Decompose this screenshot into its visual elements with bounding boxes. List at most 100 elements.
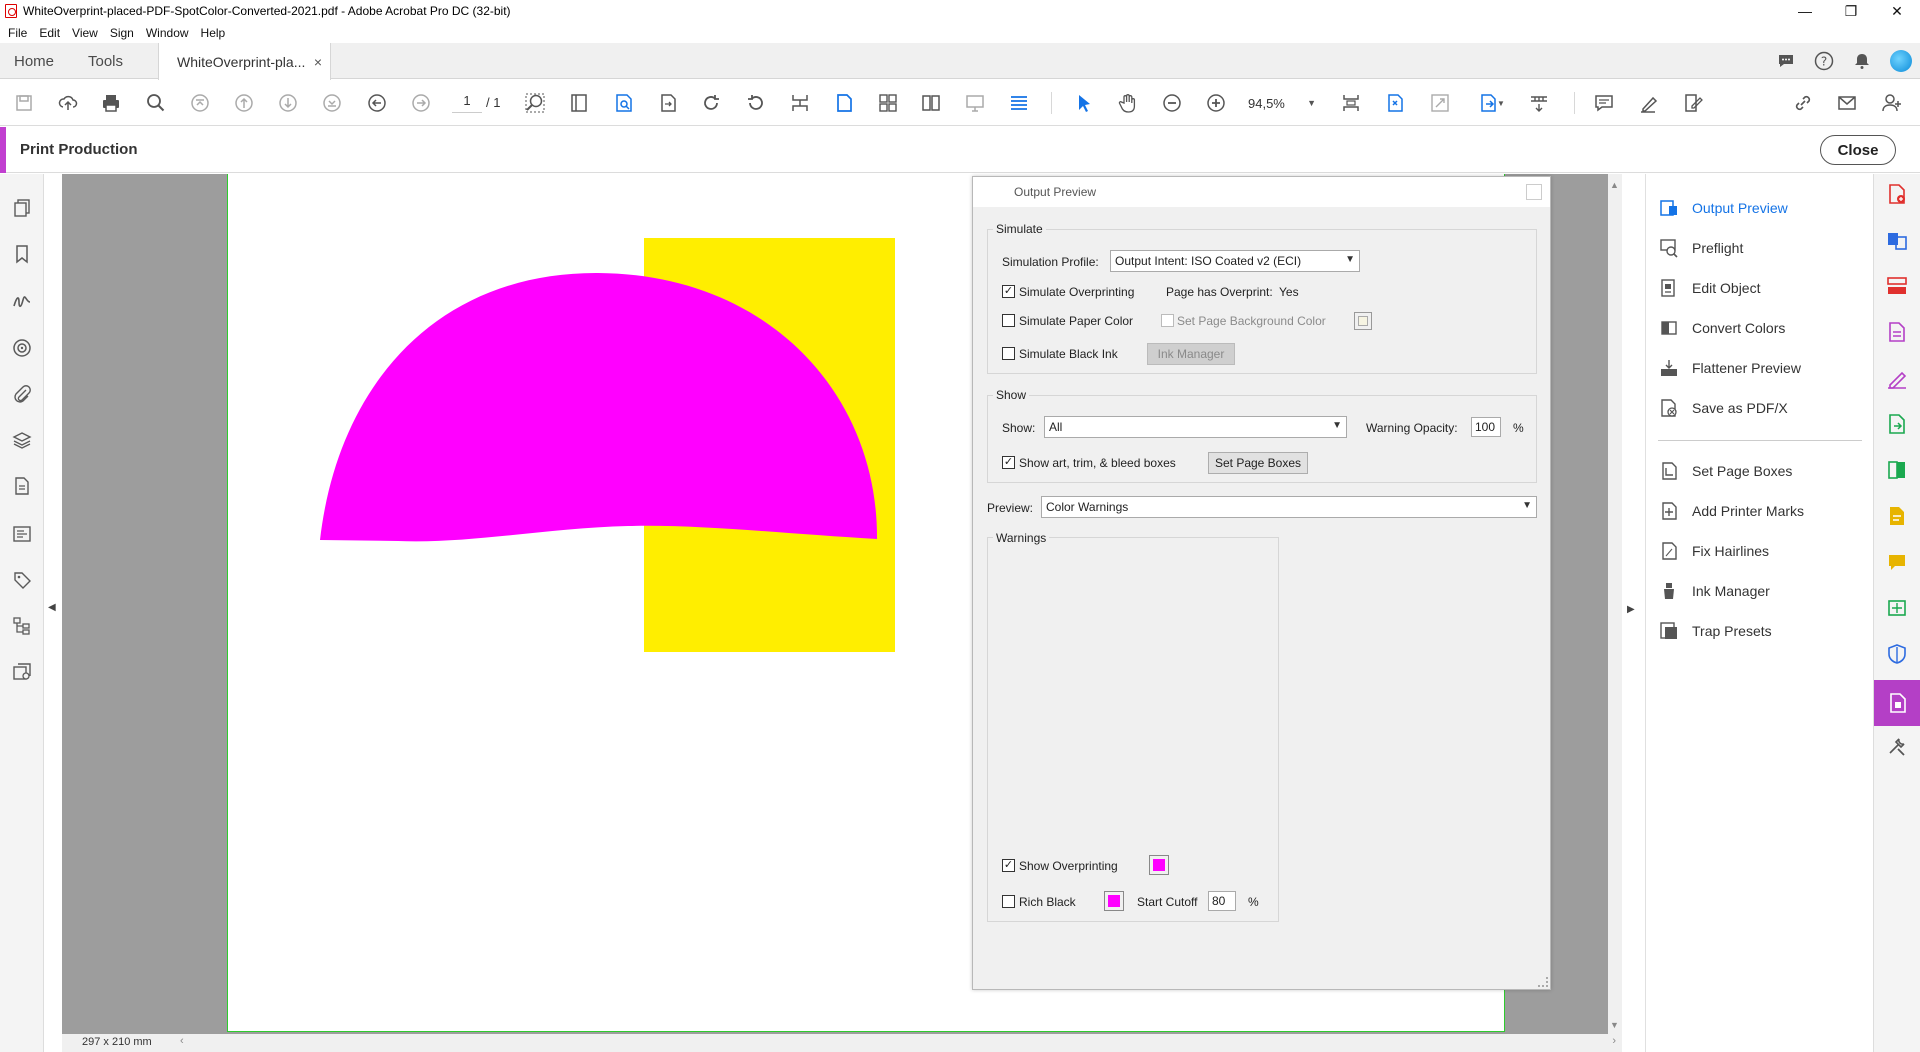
resize-grip[interactable] bbox=[1538, 977, 1548, 987]
last-page-icon[interactable] bbox=[319, 90, 345, 116]
zoom-level-select[interactable]: 94,5% ▼ bbox=[1248, 93, 1316, 113]
read-mode-icon[interactable] bbox=[1006, 90, 1032, 116]
vertical-scrollbar[interactable]: ▲ ▼ bbox=[1608, 174, 1622, 1034]
edit-pdf-icon[interactable] bbox=[1885, 320, 1909, 344]
first-page-icon[interactable] bbox=[187, 90, 213, 116]
rotate-clockwise-icon[interactable] bbox=[698, 90, 724, 116]
tab-document[interactable]: WhiteOverprint-pla... × bbox=[158, 43, 331, 80]
set-page-boxes-button[interactable]: Set Page Boxes bbox=[1208, 452, 1308, 474]
add-user-icon[interactable] bbox=[1879, 90, 1905, 116]
combine-files-icon[interactable] bbox=[1885, 228, 1909, 252]
previous-page-icon[interactable] bbox=[231, 90, 257, 116]
show-overprinting-checkbox[interactable]: ✓ bbox=[1002, 859, 1015, 872]
dialog-title-bar[interactable]: Output Preview bbox=[973, 177, 1550, 207]
search-document-icon[interactable] bbox=[611, 90, 637, 116]
next-page-icon[interactable] bbox=[275, 90, 301, 116]
hand-tool-icon[interactable] bbox=[1115, 90, 1141, 116]
ink-manager-button[interactable]: Ink Manager bbox=[1147, 343, 1235, 365]
start-cutoff-input[interactable]: 80 bbox=[1208, 891, 1236, 911]
scroll-down-icon[interactable]: ▼ bbox=[1610, 1020, 1619, 1030]
book-view-icon[interactable] bbox=[918, 90, 944, 116]
zoom-in-icon[interactable] bbox=[1203, 90, 1229, 116]
email-icon[interactable] bbox=[1834, 90, 1860, 116]
overprint-warning-color-swatch[interactable] bbox=[1149, 855, 1169, 875]
order-icon[interactable] bbox=[10, 522, 34, 546]
forward-icon[interactable] bbox=[408, 90, 434, 116]
panel-item-preflight[interactable]: Preflight bbox=[1658, 234, 1743, 262]
page-background-color-swatch[interactable] bbox=[1354, 312, 1372, 330]
panel-item-flattener-preview[interactable]: Flattener Preview bbox=[1658, 354, 1801, 382]
content-icon[interactable] bbox=[10, 474, 34, 498]
comments-icon[interactable] bbox=[1776, 51, 1796, 71]
export-pdf-icon[interactable] bbox=[1885, 412, 1909, 436]
standards-icon[interactable] bbox=[10, 336, 34, 360]
organize-pages-icon[interactable] bbox=[1885, 274, 1909, 298]
panel-item-edit-object[interactable]: Edit Object bbox=[1658, 274, 1760, 302]
panel-item-fix-hairlines[interactable]: Fix Hairlines bbox=[1658, 537, 1769, 565]
menu-view[interactable]: View bbox=[72, 26, 98, 40]
scroll-left-icon[interactable]: ‹ bbox=[180, 1035, 184, 1047]
tab-tools[interactable]: Tools bbox=[88, 43, 123, 79]
show-boxes-checkbox[interactable]: ✓ bbox=[1002, 456, 1015, 469]
warning-opacity-input[interactable]: 100 bbox=[1471, 417, 1501, 437]
collapse-left-pane-icon[interactable]: ◀ bbox=[48, 602, 56, 613]
close-tool-button[interactable]: Close bbox=[1820, 135, 1896, 165]
protect-icon[interactable] bbox=[1885, 642, 1909, 666]
panel-item-add-printer-marks[interactable]: Add Printer Marks bbox=[1658, 497, 1804, 525]
close-window-button[interactable]: ✕ bbox=[1874, 0, 1920, 22]
share-link-icon[interactable] bbox=[1790, 90, 1816, 116]
menu-sign[interactable]: Sign bbox=[110, 26, 134, 40]
scroll-up-icon[interactable]: ▲ bbox=[1610, 180, 1619, 190]
layers-icon[interactable] bbox=[10, 428, 34, 452]
signatures-icon[interactable] bbox=[10, 290, 34, 314]
comment-icon[interactable] bbox=[1591, 90, 1617, 116]
panel-item-save-as-pdfx[interactable]: Save as PDF/X bbox=[1658, 394, 1788, 422]
panel-item-output-preview[interactable]: Output Preview bbox=[1658, 194, 1788, 222]
save-icon[interactable] bbox=[11, 90, 37, 116]
set-page-background-checkbox[interactable] bbox=[1161, 314, 1174, 327]
model-tree-icon[interactable] bbox=[10, 614, 34, 638]
attachments-icon[interactable] bbox=[10, 382, 34, 406]
minimize-button[interactable]: — bbox=[1782, 0, 1828, 22]
upload-icon[interactable] bbox=[55, 90, 81, 116]
print-icon[interactable] bbox=[98, 90, 124, 116]
two-page-icon[interactable] bbox=[875, 90, 901, 116]
menu-file[interactable]: File bbox=[8, 26, 27, 40]
tab-home[interactable]: Home bbox=[14, 43, 54, 79]
stamp-icon[interactable] bbox=[1885, 596, 1909, 620]
simulation-profile-select[interactable]: Output Intent: ISO Coated v2 (ECI) ▼ bbox=[1110, 250, 1360, 272]
highlight-pen-icon[interactable] bbox=[1636, 90, 1662, 116]
user-avatar[interactable] bbox=[1890, 50, 1912, 72]
presentation-icon[interactable] bbox=[962, 90, 988, 116]
panel-item-ink-manager[interactable]: Ink Manager bbox=[1658, 577, 1770, 605]
compare-files-icon[interactable] bbox=[1885, 458, 1909, 482]
menu-window[interactable]: Window bbox=[146, 26, 189, 40]
simulate-black-ink-checkbox[interactable] bbox=[1002, 347, 1015, 360]
restore-button[interactable]: ❐ bbox=[1828, 0, 1874, 22]
collapse-right-pane-icon[interactable]: ▶ bbox=[1627, 604, 1635, 615]
select-cursor-icon[interactable] bbox=[1071, 90, 1097, 116]
compare-icon[interactable] bbox=[655, 90, 681, 116]
scrolling-mode-icon[interactable] bbox=[1382, 90, 1408, 116]
show-filter-select[interactable]: All ▼ bbox=[1044, 416, 1347, 438]
rich-black-checkbox[interactable] bbox=[1002, 895, 1015, 908]
panel-item-convert-colors[interactable]: Convert Colors bbox=[1658, 314, 1785, 342]
panel-item-set-page-boxes[interactable]: Set Page Boxes bbox=[1658, 457, 1792, 485]
export-dropdown-icon[interactable]: ▼ bbox=[1495, 90, 1507, 116]
menu-edit[interactable]: Edit bbox=[39, 26, 60, 40]
find-icon[interactable] bbox=[143, 90, 169, 116]
fill-sign-icon[interactable] bbox=[1680, 90, 1706, 116]
print-production-tool-icon[interactable] bbox=[1874, 680, 1920, 726]
back-icon[interactable] bbox=[364, 90, 390, 116]
zoom-out-icon[interactable] bbox=[1159, 90, 1185, 116]
tab-close-icon[interactable]: × bbox=[314, 54, 322, 70]
simulate-overprinting-checkbox[interactable]: ✓ bbox=[1002, 285, 1015, 298]
destinations-icon[interactable] bbox=[10, 660, 34, 684]
notifications-bell-icon[interactable] bbox=[1852, 51, 1872, 71]
ruler-icon[interactable] bbox=[1526, 90, 1552, 116]
comment-tool-icon[interactable] bbox=[1885, 550, 1909, 574]
more-tools-icon[interactable] bbox=[1885, 734, 1909, 758]
simulate-paper-color-checkbox[interactable] bbox=[1002, 314, 1015, 327]
scan-ocr-icon[interactable] bbox=[1885, 504, 1909, 528]
page-thumbnails-icon[interactable] bbox=[10, 196, 34, 220]
